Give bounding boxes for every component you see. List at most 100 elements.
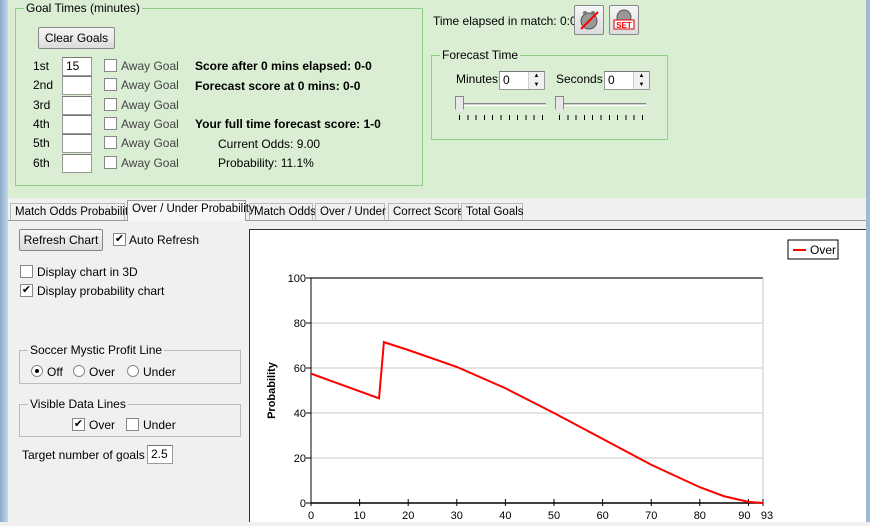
probability-text: Probability: 11.1% [218, 156, 314, 170]
tab-match-odds[interactable]: Match Odds [249, 203, 316, 221]
x-tick-label: 70 [645, 510, 657, 522]
full-time-score-text: Your full time forecast score: 1-0 [195, 117, 381, 131]
tab-correct-score[interactable]: Correct Score [388, 203, 464, 221]
minutes-slider-track[interactable] [456, 103, 546, 106]
display-probability-checkbox[interactable]: ✔ [20, 284, 33, 297]
goal-row-label: 2nd [33, 78, 54, 93]
display-3d-checkbox[interactable] [20, 265, 33, 278]
away-goal-label: Away Goal [121, 155, 179, 170]
x-tick-label: 60 [596, 510, 608, 522]
away-goal-checkbox[interactable] [104, 78, 117, 92]
tab-total-goals[interactable]: Total Goals [461, 203, 524, 221]
current-odds-text: Current Odds: 9.00 [218, 137, 321, 151]
y-axis-label: Probability [266, 361, 278, 419]
away-goal-checkbox[interactable] [104, 116, 117, 130]
visible-lines-title: Visible Data Lines [28, 397, 128, 411]
away-goal-checkbox[interactable] [104, 59, 117, 72]
away-goal-checkbox[interactable] [104, 155, 117, 169]
display-3d-label: Display chart in 3D [37, 265, 138, 279]
goal-row-label: 6th [33, 155, 50, 170]
x-tick-label: 40 [499, 510, 511, 522]
stopwatch-cancel-icon [580, 11, 599, 30]
minutes-spinner[interactable]: 0 ▲ ▼ [499, 71, 545, 90]
spinner-arrows-icon[interactable]: ▲ ▼ [633, 72, 649, 89]
x-tick-label: 80 [694, 510, 706, 522]
away-goal-label: Away Goal [121, 136, 179, 151]
probability-chart: 0 20 40 60 80 100 0 10 20 30 40 50 60 70 80 90 93 Probabi… [266, 239, 839, 522]
profit-line-title: Soccer Mystic Profit Line [28, 343, 165, 357]
y-tick-label: 100 [288, 273, 306, 285]
away-goal-label: Away Goal [121, 116, 179, 131]
target-goals-label: Target number of goals [22, 448, 145, 462]
visible-over-label: Over [89, 418, 116, 432]
goal-row-label: 1st [33, 59, 50, 73]
x-tick-label: 93 [761, 510, 773, 522]
minutes-label: Minutes [456, 72, 499, 86]
chart-area: 0 20 40 60 80 100 0 10 20 30 40 50 60 70 80 90 93 Probabi… [249, 229, 866, 522]
goal-time-input[interactable] [62, 153, 92, 173]
set-timer-button[interactable]: SET [609, 5, 639, 35]
y-tick-label: 80 [294, 318, 306, 330]
legend-label: Over [810, 243, 836, 257]
away-goal-checkbox[interactable] [104, 136, 117, 150]
goal-time-input[interactable] [62, 134, 92, 154]
x-tick-label: 20 [402, 510, 414, 522]
forecast-score-text: Forecast score at 0 mins: 0-0 [195, 79, 361, 93]
seconds-label: Seconds [556, 72, 603, 86]
display-probability-label: Display probability chart [37, 284, 165, 298]
y-tick-label: 20 [294, 453, 306, 465]
forecast-time-group: Forecast Time [431, 48, 668, 140]
x-tick-label: 10 [353, 510, 365, 522]
auto-refresh-checkbox[interactable]: ✔ [113, 233, 126, 246]
visible-under-label: Under [143, 418, 176, 432]
score-after-text: Score after 0 mins elapsed: 0-0 [195, 59, 372, 73]
minutes-value: 0 [503, 73, 510, 87]
stopwatch-set-icon: SET [613, 9, 635, 30]
y-tick-label: 60 [294, 363, 306, 375]
goal-times-title: Goal Times (minutes) [24, 1, 143, 15]
auto-refresh-label: Auto Refresh [129, 233, 200, 247]
x-tick-label: 50 [548, 510, 560, 522]
x-tick-label: 30 [451, 510, 463, 522]
away-goal-label: Away Goal [121, 59, 179, 73]
profit-off-radio[interactable] [31, 365, 43, 377]
profit-over-label: Over [89, 365, 116, 379]
visible-over-checkbox[interactable]: ✔ [72, 418, 85, 431]
seconds-slider-ticks [559, 115, 643, 120]
y-tick-label: 40 [294, 408, 306, 420]
goal-time-input[interactable] [62, 95, 92, 115]
target-goals-input[interactable]: 2.5 [147, 445, 173, 464]
x-tick-label: 0 [308, 510, 314, 522]
window-border-left [0, 0, 8, 522]
goal-row-label: 4th [33, 116, 50, 131]
goal-row-label: 3rd [33, 97, 51, 112]
svg-text:SET: SET [616, 21, 632, 30]
profit-under-radio[interactable] [127, 365, 139, 377]
clear-goals-button[interactable]: Clear Goals [38, 27, 115, 49]
away-goal-label: Away Goal [121, 78, 179, 93]
seconds-value: 0 [608, 73, 615, 87]
forecast-time-title: Forecast Time [440, 48, 521, 62]
spinner-arrows-icon[interactable]: ▲ ▼ [528, 72, 544, 89]
away-goal-checkbox[interactable] [104, 97, 117, 111]
series-line-over [310, 340, 764, 504]
time-elapsed-text: Time elapsed in match: 0:00 [433, 14, 584, 28]
tab-over-under-probability[interactable]: Over / Under Probability [127, 200, 255, 221]
refresh-chart-button[interactable]: Refresh Chart [19, 229, 103, 251]
x-tick-label: 90 [738, 510, 750, 522]
goal-time-input[interactable] [62, 114, 92, 134]
seconds-spinner[interactable]: 0 ▲ ▼ [604, 71, 650, 90]
goal-time-input[interactable]: 15 [62, 57, 92, 76]
seconds-slider-track[interactable] [556, 103, 646, 106]
goal-time-input[interactable] [62, 76, 92, 96]
tab-match-odds-probability[interactable]: Match Odds Probability [10, 203, 134, 221]
profit-under-label: Under [143, 365, 176, 379]
cancel-timer-button[interactable] [574, 5, 604, 35]
tab-over-under[interactable]: Over / Under [315, 203, 386, 221]
minutes-slider-ticks [459, 115, 543, 120]
away-goal-label: Away Goal [121, 97, 179, 112]
profit-over-radio[interactable] [73, 365, 85, 377]
visible-under-checkbox[interactable] [126, 418, 139, 431]
profit-off-label: Off [47, 365, 63, 379]
y-tick-label: 0 [300, 498, 306, 510]
